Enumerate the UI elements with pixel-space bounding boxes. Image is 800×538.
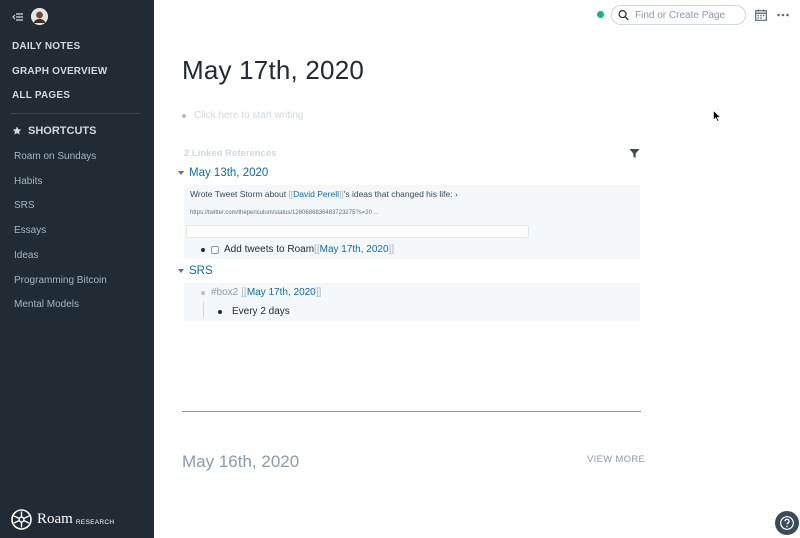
block-bullet[interactable] xyxy=(201,247,205,252)
shortcut-roam-on-sundays[interactable]: Roam on Sundays xyxy=(14,151,96,162)
daily-note-separator xyxy=(182,411,641,412)
shortcuts-header: SHORTCUTS xyxy=(12,125,96,137)
page-link-may-17[interactable]: May 17th, 2020 xyxy=(320,244,389,255)
shortcut-essays[interactable]: Essays xyxy=(14,225,46,236)
reference-title-srs[interactable]: SRS xyxy=(178,265,213,277)
empty-block[interactable]: Click here to start writing xyxy=(182,110,303,121)
child-block-text: Every 2 days xyxy=(232,306,290,317)
view-more-button[interactable]: VIEW MORE xyxy=(587,454,645,465)
nav-graph-overview[interactable]: GRAPH OVERVIEW xyxy=(12,66,107,77)
roam-logo: Roam RESEARCH xyxy=(11,509,114,530)
shortcut-ideas[interactable]: Ideas xyxy=(14,250,38,261)
link-bracket-close: ]] xyxy=(315,287,322,298)
search-input[interactable] xyxy=(635,9,745,21)
tweet-text-prefix: Wrote Tweet Storm about xyxy=(190,189,289,199)
sidebar-toggle[interactable] xyxy=(12,8,24,26)
block-bullet[interactable] xyxy=(218,309,222,314)
nav-daily-notes[interactable]: DAILY NOTES xyxy=(12,41,80,52)
page-link-may-17[interactable]: May 17th, 2020 xyxy=(247,287,316,298)
link-bracket-close: ]] xyxy=(388,244,395,255)
search-icon xyxy=(618,10,629,21)
tweet-text-suffix: 's ideas that changed his life: › xyxy=(343,189,458,199)
srs-block[interactable]: #box2 [[May 17th, 2020]] xyxy=(201,287,321,298)
logo-subtitle: RESEARCH xyxy=(75,518,115,526)
help-button[interactable] xyxy=(775,511,799,535)
caret-down-icon[interactable] xyxy=(178,269,184,273)
mouse-pointer-icon xyxy=(713,110,721,122)
search-bar[interactable] xyxy=(611,5,746,25)
reference-title-text[interactable]: SRS xyxy=(189,265,213,277)
shortcut-srs[interactable]: SRS xyxy=(14,200,35,211)
page-link-david-perell[interactable]: David Perell xyxy=(293,189,339,199)
reference-title-text[interactable]: May 13th, 2020 xyxy=(189,167,268,179)
avatar[interactable] xyxy=(31,8,48,25)
tweet-storm-block[interactable]: Wrote Tweet Storm about [[David Perell]]… xyxy=(190,189,458,199)
next-daily-note-title[interactable]: May 16th, 2020 xyxy=(182,452,299,472)
block-placeholder[interactable]: Click here to start writing xyxy=(194,110,303,121)
shortcut-habits[interactable]: Habits xyxy=(14,176,42,187)
star-icon xyxy=(12,126,22,135)
reference-title-may-13[interactable]: May 13th, 2020 xyxy=(178,167,268,179)
roam-logo-icon xyxy=(11,509,32,530)
help-icon xyxy=(780,516,794,530)
logo-wordmark: Roam xyxy=(37,511,73,527)
linked-references-count: 2 Linked References xyxy=(184,148,277,159)
shortcut-mental-models[interactable]: Mental Models xyxy=(14,299,79,310)
sync-status-indicator xyxy=(597,11,604,18)
shortcut-programming-bitcoin[interactable]: Programming Bitcoin xyxy=(14,275,107,286)
tweet-url[interactable]: https://twitter.com/thepericulum/status/… xyxy=(190,210,379,216)
nav-all-pages[interactable]: ALL PAGES xyxy=(12,90,70,101)
block-bullet[interactable] xyxy=(201,290,205,295)
tag-box2[interactable]: #box2 xyxy=(211,287,238,298)
todo-block[interactable]: Add tweets to Roam [[May 17th, 2020]] xyxy=(201,244,394,255)
tweet-embed[interactable] xyxy=(186,225,529,238)
caret-down-icon[interactable] xyxy=(178,171,184,175)
filter-icon[interactable] xyxy=(629,148,640,159)
todo-text: Add tweets to Roam xyxy=(224,244,315,255)
page-title[interactable]: May 17th, 2020 xyxy=(182,55,364,86)
child-block[interactable]: Every 2 days xyxy=(218,306,290,317)
shortcuts-title: SHORTCUTS xyxy=(28,125,97,137)
more-options-icon[interactable] xyxy=(777,13,789,17)
avatar-icon xyxy=(31,8,48,25)
todo-checkbox[interactable] xyxy=(211,245,219,254)
block-bullet[interactable] xyxy=(182,113,186,118)
sidebar-divider xyxy=(10,113,140,114)
collapse-sidebar-icon[interactable] xyxy=(12,11,24,23)
sidebar: DAILY NOTES GRAPH OVERVIEW ALL PAGES SHO… xyxy=(0,0,154,538)
indent-guide xyxy=(203,302,204,318)
calendar-icon[interactable] xyxy=(755,9,767,21)
